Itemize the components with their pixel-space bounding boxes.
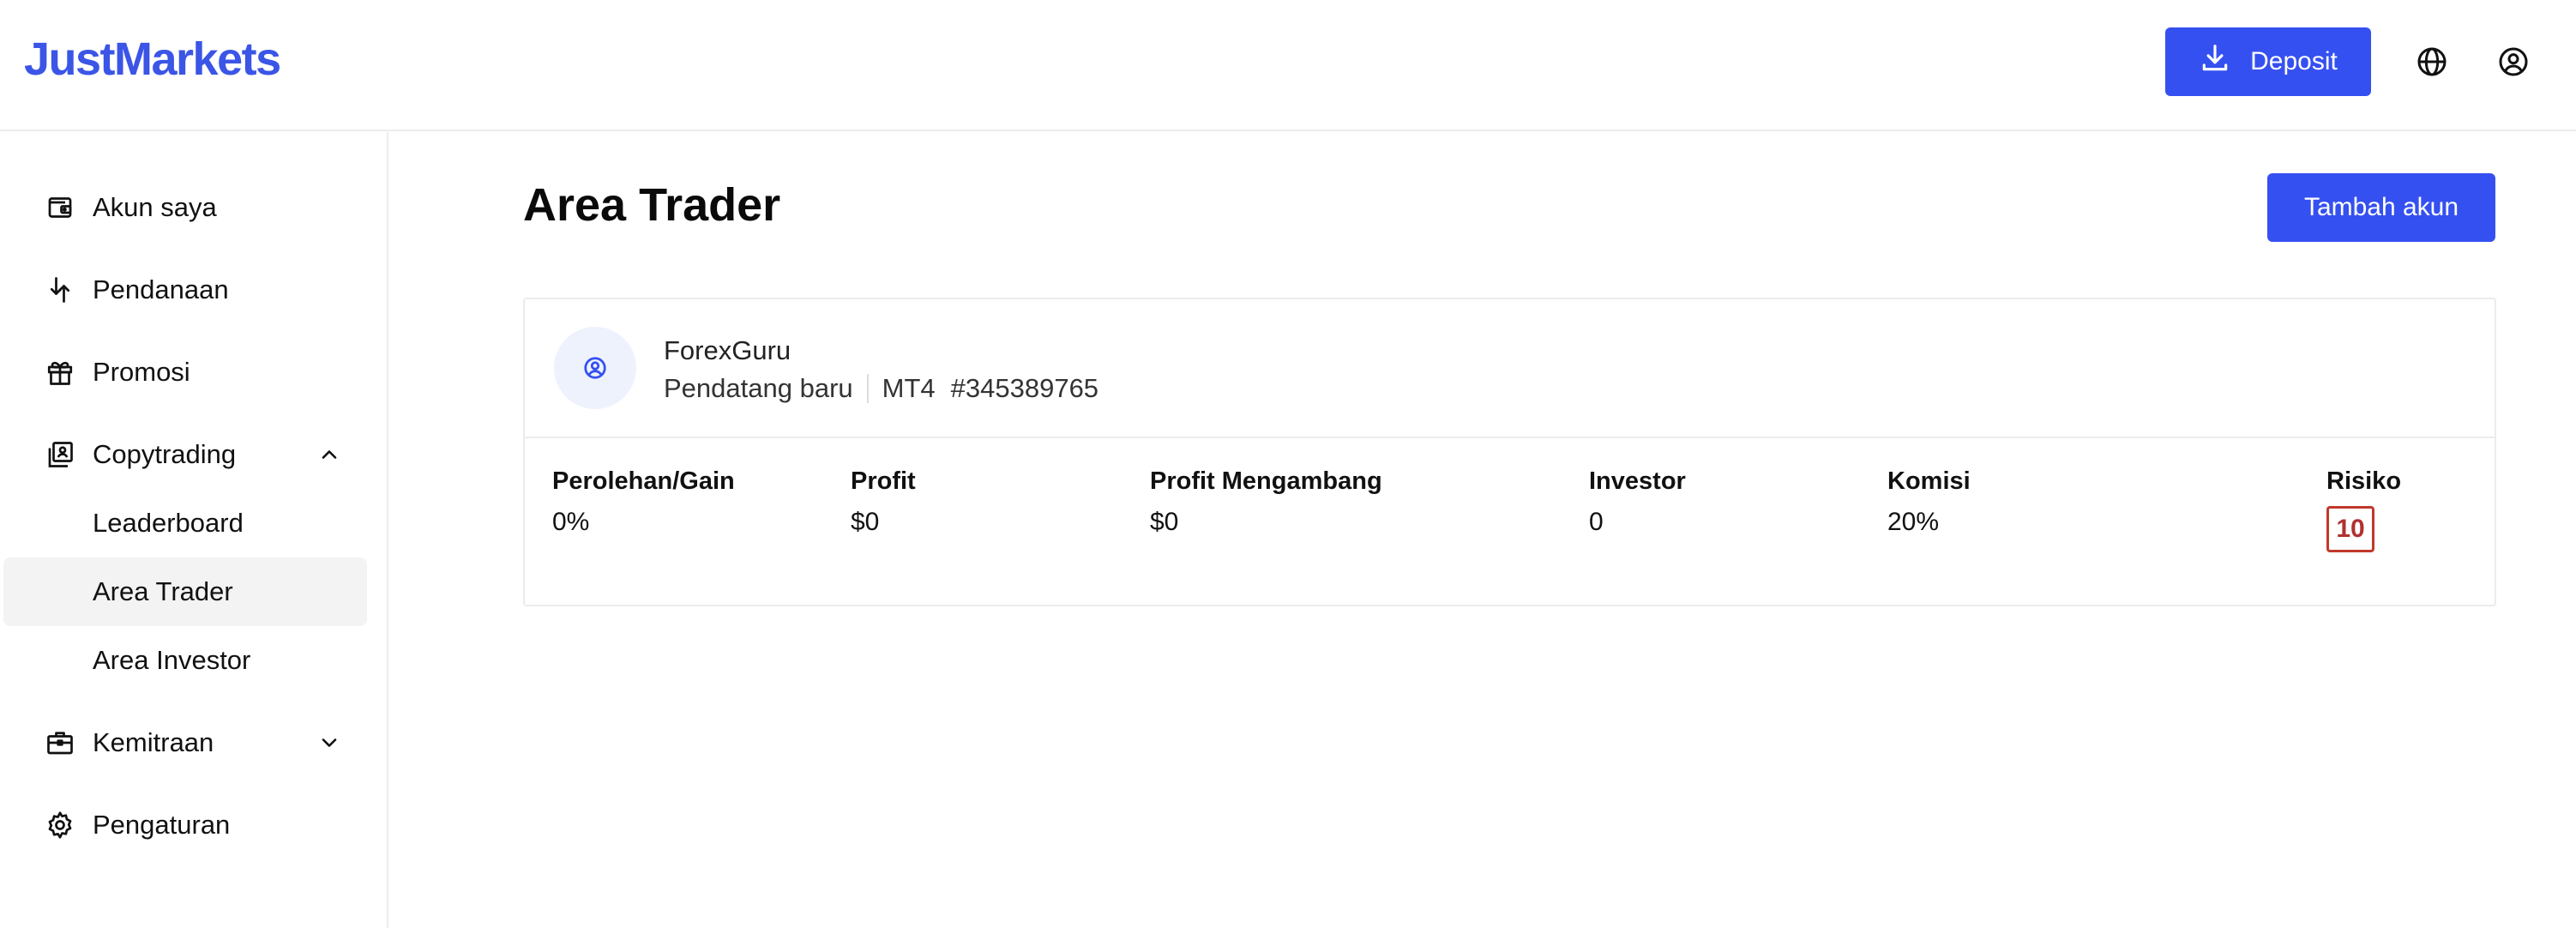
gift-icon: [45, 357, 75, 388]
sidebar-item-label: Area Investor: [93, 645, 251, 675]
deposit-button[interactable]: Deposit: [2165, 27, 2371, 96]
account-header: ForexGuru Pendatang baru MT4 #345389765: [525, 299, 2495, 438]
risk-badge: 10: [2326, 506, 2374, 552]
account-platform: MT4: [882, 373, 936, 403]
sidebar-item-label: Copytrading: [93, 439, 237, 469]
stat-label: Profit Mengambang: [1150, 467, 1382, 495]
stat-label: Risiko: [2326, 467, 2402, 495]
top-header: JustMarkets Deposit: [0, 0, 2576, 131]
sidebar-item-kemitraan[interactable]: Kemitraan: [3, 708, 367, 777]
logo[interactable]: JustMarkets: [24, 33, 281, 86]
sidebar-item-label: Kemitraan: [93, 727, 214, 757]
stat-label: Perolehan/Gain: [552, 467, 735, 495]
sidebar-item-label: Leaderboard: [93, 508, 244, 538]
stat-value: $0: [1150, 508, 1179, 536]
sidebar-item-label: Pengaturan: [93, 810, 231, 840]
stat-value: $0: [851, 508, 880, 536]
stat-profit: Profit $0: [851, 467, 916, 537]
gear-icon: [45, 810, 75, 841]
wallet-icon: [45, 192, 75, 223]
chevron-down-icon: [317, 731, 341, 755]
briefcase-icon: [45, 727, 75, 758]
page-title: Area Trader: [523, 179, 781, 231]
deposit-label: Deposit: [2250, 47, 2338, 75]
account-number: #345389765: [950, 373, 1099, 403]
sidebar-item-label: Akun saya: [93, 192, 217, 222]
add-account-button[interactable]: Tambah akun: [2267, 173, 2495, 242]
stat-commission: Komisi 20%: [1887, 467, 1971, 537]
sidebar-item-area-investor[interactable]: Area Investor: [3, 626, 367, 695]
transfer-arrows-icon: [45, 274, 75, 305]
user-circle-icon[interactable]: [2496, 45, 2531, 79]
divider: [866, 374, 869, 403]
stat-risk: Risiko 10: [2326, 467, 2401, 552]
account-status: Pendatang baru: [664, 373, 853, 403]
stat-gain: Perolehan/Gain 0%: [552, 467, 735, 537]
avatar: [554, 327, 636, 409]
sidebar-item-leaderboard[interactable]: Leaderboard: [3, 489, 367, 557]
stat-value: 0%: [552, 508, 590, 536]
stat-investor: Investor 0: [1589, 467, 1686, 537]
globe-icon[interactable]: [2415, 45, 2449, 79]
sidebar-item-area-trader[interactable]: Area Trader: [3, 557, 367, 626]
stat-floating-profit: Profit Mengambang $0: [1150, 467, 1382, 537]
stat-label: Investor: [1589, 467, 1686, 495]
trader-account-card[interactable]: ForexGuru Pendatang baru MT4 #345389765 …: [523, 298, 2496, 606]
stat-label: Komisi: [1887, 467, 1971, 495]
sidebar-item-label: Pendanaan: [93, 274, 229, 304]
stat-label: Profit: [851, 467, 916, 495]
chevron-up-icon: [317, 443, 341, 467]
stat-value: 0: [1589, 508, 1604, 536]
account-name: ForexGuru: [664, 335, 791, 365]
sidebar: Akun saya Pendanaan Promosi Copytrading: [0, 132, 388, 928]
sidebar-item-label: Area Trader: [93, 576, 233, 606]
stat-value: 20%: [1887, 508, 1940, 536]
account-meta: Pendatang baru MT4 #345389765: [664, 373, 1098, 404]
sidebar-item-copytrading[interactable]: Copytrading: [3, 420, 367, 489]
copytrading-icon: [45, 439, 75, 470]
user-circle-icon: [584, 357, 606, 379]
sidebar-item-pengaturan[interactable]: Pengaturan: [3, 791, 367, 859]
sidebar-item-label: Promosi: [93, 357, 190, 387]
sidebar-item-promosi[interactable]: Promosi: [3, 338, 367, 407]
sidebar-item-akun-saya[interactable]: Akun saya: [3, 173, 367, 242]
download-icon: [2199, 42, 2231, 81]
sidebar-item-pendanaan[interactable]: Pendanaan: [3, 256, 367, 324]
